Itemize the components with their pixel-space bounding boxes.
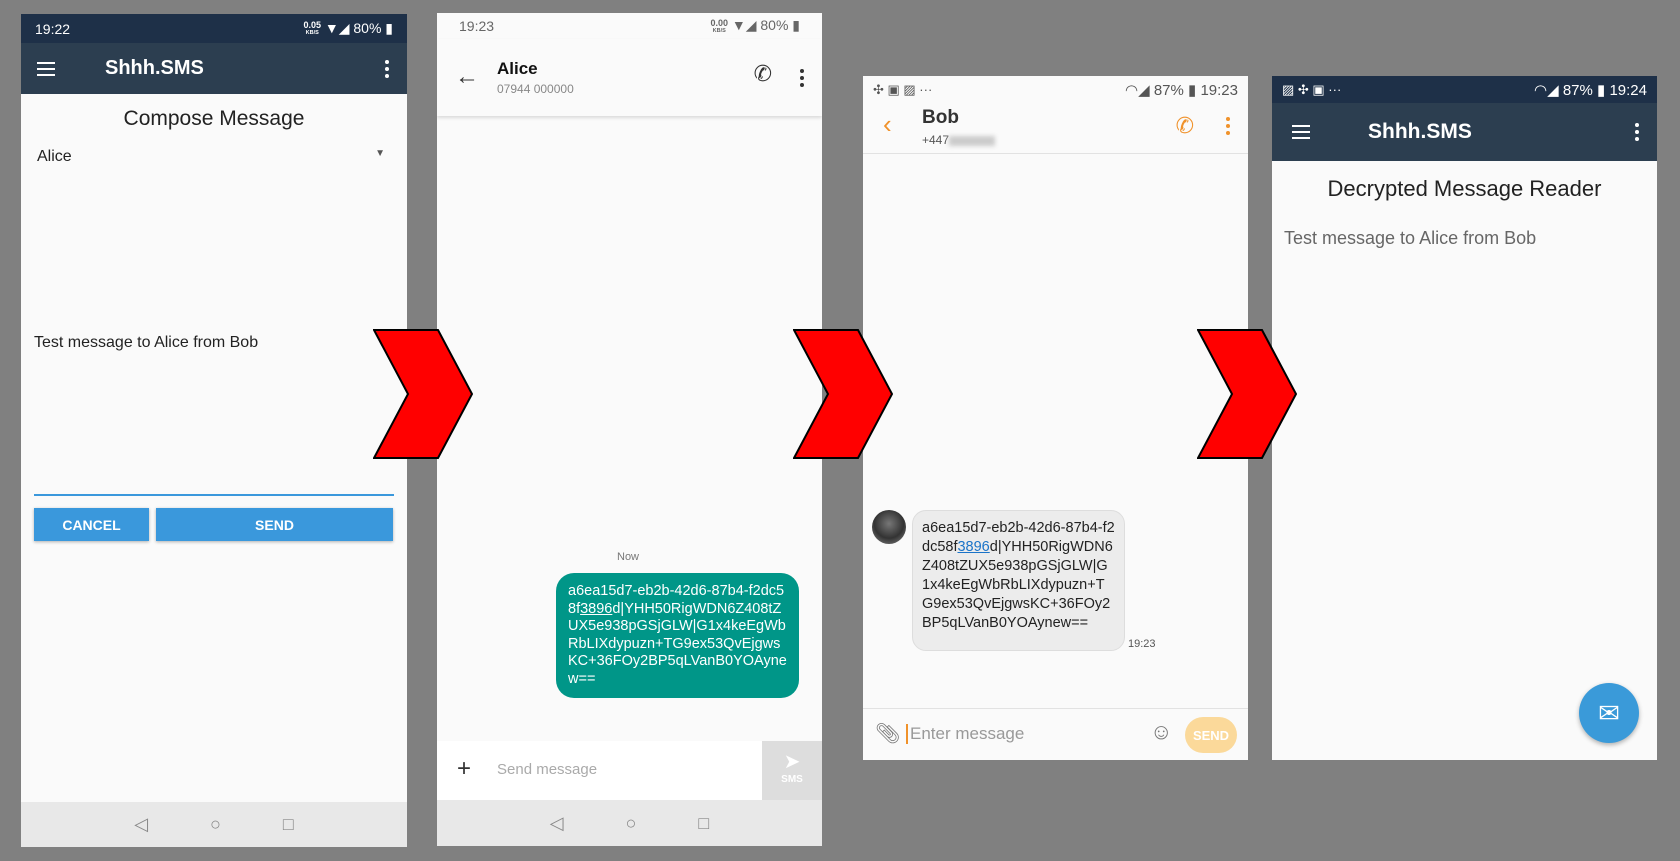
status-icons: 0.00 KB/S ▼◢ 80% ▮ (710, 17, 800, 34)
attachment-icon[interactable]: 📎︎ (875, 721, 900, 746)
envelope-icon: ✉ (1598, 697, 1620, 728)
page-title: Compose Message (123, 107, 305, 130)
send-icon: ➤ (783, 751, 801, 773)
phone-icon[interactable]: ✆ (754, 61, 772, 87)
menu-icon[interactable] (1292, 125, 1310, 139)
status-icons: ◠◢ 87% ▮ 19:24 (1534, 81, 1647, 99)
app-title: Shhh.SMS (1368, 120, 1472, 143)
page-title: Decrypted Message Reader (1327, 176, 1602, 201)
compose-bar: 📎︎ Enter message ☺ SEND (863, 708, 1248, 760)
battery-level: 80% (353, 19, 382, 36)
notification-icons: ▨ ✣ ▣ ··· (1282, 81, 1342, 97)
add-attachment-icon[interactable]: + (457, 755, 471, 783)
contact-number: +447 (922, 133, 996, 147)
notification-icons: ✣ ▣ ▨ ··· (873, 81, 933, 97)
home-nav-icon[interactable]: ○ (210, 814, 221, 835)
compose-fab[interactable]: ✉ (1579, 683, 1639, 743)
decrypted-reader-screen: ▨ ✣ ▣ ··· ◠◢ 87% ▮ 19:24 Shhh.SMS Decryp… (1272, 76, 1657, 760)
received-message-bubble[interactable]: a6ea15d7-eb2b-42d6-87b4-f2dc58f3896d|YHH… (912, 510, 1125, 651)
avatar[interactable] (872, 510, 906, 544)
message-time: 19:23 (1128, 638, 1156, 650)
status-time: 19:23 (459, 18, 495, 34)
compose-screen: 19:22 0.05 KB/S ▼◢ 80% ▮ Shhh.SMS Compose… (21, 14, 407, 847)
messages-thread-bob: ✣ ▣ ▨ ··· ◠◢ 87% ▮ 19:23 ‹ Bob +447 ✆ a6… (863, 76, 1248, 760)
flow-arrow-icon (1197, 329, 1297, 459)
status-bar: 19:23 0.00 KB/S ▼◢ 80% ▮ (437, 13, 822, 39)
more-options-icon[interactable] (1226, 117, 1230, 135)
status-bar: ▨ ✣ ▣ ··· ◠◢ 87% ▮ 19:24 (1272, 76, 1657, 103)
phone-icon[interactable]: ✆ (1176, 113, 1194, 139)
flow-arrow-icon (793, 329, 893, 459)
speed-unit: KB/S (305, 30, 319, 37)
contact-name: Bob (922, 107, 959, 128)
app-bar: Shhh.SMS (1272, 103, 1657, 161)
timestamp: Now (617, 551, 640, 563)
more-options-icon[interactable] (385, 59, 389, 78)
recents-nav-icon[interactable]: □ (698, 813, 709, 834)
recipient-dropdown[interactable]: Alice ▼ (37, 148, 385, 166)
network-speed: 0.05 KB/S (303, 20, 321, 37)
blurred-number (949, 135, 996, 146)
cancel-button[interactable]: CANCEL (34, 508, 149, 541)
decrypted-message: Test message to Alice from Bob (1284, 228, 1537, 248)
menu-icon[interactable] (37, 61, 55, 76)
back-nav-icon[interactable]: ◁ (134, 814, 148, 835)
status-icons: ◠◢ 87% ▮ 19:23 (1125, 81, 1238, 99)
recents-nav-icon[interactable]: □ (283, 814, 294, 835)
status-time: 19:22 (35, 20, 71, 37)
status-bar: 19:22 0.05 KB/S ▼◢ 80% ▮ (21, 14, 407, 43)
back-arrow-icon[interactable]: ‹ (883, 109, 892, 140)
home-nav-icon[interactable]: ○ (626, 813, 637, 834)
send-button[interactable]: SEND (1185, 717, 1237, 753)
messages-thread-alice: 19:23 0.00 KB/S ▼◢ 80% ▮ ← Alice 07944 00… (437, 13, 822, 846)
thread-header: ← Alice 07944 000000 ✆ (437, 39, 822, 116)
sent-message-bubble[interactable]: a6ea15d7-eb2b-42d6-87b4-f2dc58f3896d|YHH… (556, 573, 799, 698)
navigation-bar: ◁ ○ □ (437, 800, 822, 846)
compose-bar: + Send message ➤ SMS (437, 741, 822, 800)
send-sms-button[interactable]: ➤ SMS (762, 741, 822, 800)
message-input[interactable]: Test message to Alice from Bob (34, 334, 394, 496)
flow-arrow-icon (373, 329, 473, 459)
back-arrow-icon[interactable]: ← (455, 63, 479, 91)
emoji-icon[interactable]: ☺ (1150, 719, 1172, 745)
status-icons: 0.05 KB/S ▼◢ 80% ▮ (303, 19, 393, 37)
thread-header: ‹ Bob +447 ✆ (863, 103, 1248, 154)
speed-unit: KB/S (712, 27, 726, 34)
status-bar: ✣ ▣ ▨ ··· ◠◢ 87% ▮ 19:23 (863, 76, 1248, 103)
contact-number: 07944 000000 (497, 82, 574, 96)
app-bar: Shhh.SMS (21, 43, 407, 94)
battery-level: 80% (760, 17, 789, 34)
app-title: Shhh.SMS (105, 57, 204, 79)
more-options-icon[interactable] (800, 69, 804, 87)
back-nav-icon[interactable]: ◁ (550, 813, 564, 834)
contact-name: Alice (497, 59, 538, 78)
message-input[interactable]: Send message (497, 761, 597, 778)
send-button[interactable]: SEND (156, 508, 393, 541)
message-input[interactable]: Enter message (906, 724, 1024, 744)
more-options-icon[interactable] (1635, 123, 1639, 141)
dropdown-arrow-icon: ▼ (375, 148, 385, 159)
navigation-bar: ◁ ○ □ (21, 802, 407, 847)
network-speed: 0.00 KB/S (710, 17, 728, 34)
